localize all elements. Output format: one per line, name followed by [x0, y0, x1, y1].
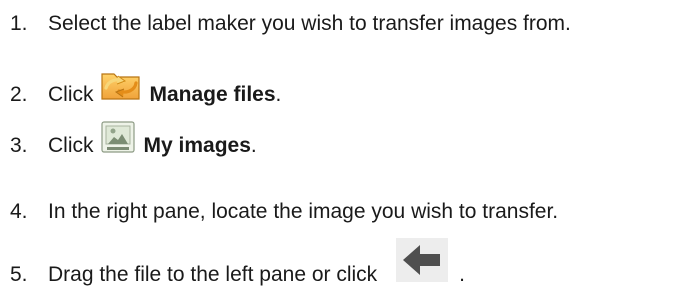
step-suffix: .: [250, 134, 257, 157]
instruction-steps: 1. Select the label maker you wish to tr…: [0, 0, 691, 295]
step-4: 4. In the right pane, locate the image y…: [10, 200, 558, 224]
step-2: 2. Click Manage files .: [10, 73, 282, 115]
step-number: 2.: [10, 83, 28, 106]
step-suffix: .: [459, 263, 466, 286]
step-action-label: Manage files: [149, 83, 276, 106]
step-3: 3. Click My images .: [10, 121, 257, 166]
step-text: Select the label maker you wish to trans…: [48, 12, 571, 35]
step-1: 1. Select the label maker you wish to tr…: [10, 12, 571, 36]
step-number: 3.: [10, 134, 28, 157]
step-5: 5. Drag the file to the left pane or cli…: [10, 238, 466, 301]
step-prefix: Click: [48, 83, 94, 106]
step-prefix: Click: [48, 134, 94, 157]
step-number: 4.: [10, 200, 28, 223]
step-number: 1.: [10, 12, 28, 35]
step-action-label: My images: [143, 134, 251, 157]
step-text: In the right pane, locate the image you …: [48, 200, 559, 223]
step-prefix: Drag the file to the left pane or click: [48, 263, 378, 286]
image-icon: [100, 121, 136, 166]
step-number: 5.: [10, 263, 28, 286]
step-suffix: .: [275, 83, 282, 106]
left-arrow-icon: [383, 238, 451, 301]
folder-sync-icon: [100, 73, 142, 115]
